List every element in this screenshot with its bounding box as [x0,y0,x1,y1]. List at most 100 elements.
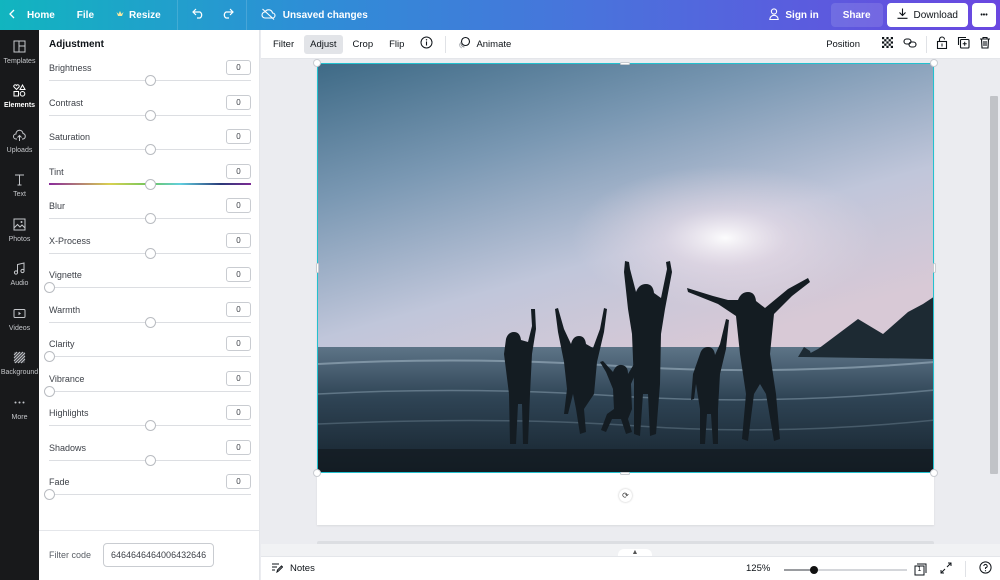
rail-label: Videos [8,324,31,332]
adjustment-slider-track[interactable] [49,356,251,357]
adjustment-slider-thumb[interactable] [144,144,156,155]
adjustment-slider-thumb[interactable] [43,489,55,500]
scrollbar-thumb[interactable] [990,96,998,474]
resize-button[interactable]: Resize [108,0,169,30]
adjustment-saturation: Saturation 0 [49,129,251,167]
adjustment-slider-thumb[interactable] [144,109,156,121]
adjustment-slider-thumb[interactable] [144,420,156,431]
adjustment-slider-thumb[interactable] [144,247,156,259]
trash-icon[interactable] [979,36,991,52]
resize-handle-bottom[interactable] [620,472,630,475]
undo-button[interactable] [184,0,213,30]
rail-item-videos[interactable]: Videos [0,297,39,342]
adjustment-slider-thumb[interactable] [43,385,55,397]
link-icon[interactable] [903,37,917,52]
chevron-left-icon [8,9,16,22]
crop-button[interactable]: Crop [347,35,380,54]
resize-handle-left[interactable] [316,263,319,273]
save-status[interactable]: Unsaved changes [253,0,376,30]
adjustment-value-input[interactable]: 0 [226,163,251,179]
resize-handle-top-left[interactable] [313,59,321,67]
upload-cloud-icon [13,129,26,144]
redo-button[interactable] [213,0,242,30]
download-label: Download [913,9,958,21]
rail-item-templates[interactable]: Templates [0,30,39,75]
divider [245,0,247,30]
adjustment-slider-thumb[interactable] [144,178,156,190]
notes-button[interactable]: Notes [271,562,315,576]
adjustment-value-input[interactable]: 0 [226,198,251,213]
sign-in-button[interactable]: Sign in [761,0,826,30]
rail-item-uploads[interactable]: Uploads [0,119,39,164]
user-icon [769,7,780,23]
adjustment-value-input[interactable]: 0 [226,94,251,110]
position-button[interactable]: Position [820,35,866,54]
adjustment-slider-thumb[interactable] [144,213,156,224]
adjustment-label: Fade [49,477,70,487]
download-button[interactable]: Download [886,3,968,27]
rail-item-more[interactable]: More [0,386,39,431]
share-button[interactable]: Share [830,3,883,27]
rail-item-audio[interactable]: Audio [0,253,39,298]
zoom-slider-thumb[interactable] [809,566,818,574]
rail-item-photos[interactable]: Photos [0,208,39,253]
adjustment-slider-track[interactable] [49,287,251,288]
adjustment-value-input[interactable]: 0 [226,60,251,75]
adjustment-value-input[interactable]: 0 [226,267,251,282]
resize-handle-bottom-right[interactable] [930,469,938,477]
zoom-level[interactable]: 125% [746,563,770,574]
adjustment-value-input[interactable]: 0 [226,232,251,248]
adjustment-slider-thumb[interactable] [144,454,156,466]
adjustment-slider-track[interactable] [49,494,251,495]
more-options-button[interactable]: ••• [972,3,996,27]
divider [445,35,447,53]
zoom-slider[interactable] [784,566,907,574]
footer-bar: Notes 125% 1 [261,556,1000,580]
adjustment-value-input[interactable]: 0 [226,301,251,317]
flip-button[interactable]: Flip [383,35,410,54]
selected-photo[interactable] [317,63,934,473]
resize-handle-top[interactable] [620,62,630,65]
adjustment-value-input[interactable]: 0 [226,336,251,351]
adjustment-value-input[interactable]: 0 [226,129,251,144]
adjustment-value-input[interactable]: 0 [226,370,251,386]
duplicate-icon[interactable] [957,36,970,52]
vertical-scrollbar[interactable] [989,60,1000,544]
file-menu-button[interactable]: File [69,0,102,30]
resize-handle-bottom-left[interactable] [313,469,321,477]
resize-handle-right[interactable] [933,263,936,273]
adjustment-value-input[interactable]: 0 [226,474,251,489]
rail-item-background[interactable]: Background [0,342,39,387]
filter-button[interactable]: Filter [267,35,300,54]
rotate-handle[interactable]: ⟳ [619,489,632,502]
rail-label: Templates [3,57,36,65]
transparency-icon[interactable] [881,36,894,52]
filter-code-input[interactable]: 6464646464006432646 [103,543,214,567]
lock-icon[interactable] [936,36,948,52]
resize-handle-top-right[interactable] [930,59,938,67]
download-icon [897,8,908,22]
animate-button[interactable]: Animate [452,35,517,54]
info-button[interactable] [414,35,439,54]
rail-label: Audio [10,280,29,288]
rail-item-elements[interactable]: Elements [0,75,39,120]
fullscreen-icon[interactable] [940,562,952,577]
adjustment-slider-track[interactable] [49,390,251,392]
animate-icon [458,36,471,52]
help-icon[interactable] [979,561,992,577]
adjustment-slider-thumb[interactable] [43,351,55,362]
adjustment-value-input[interactable]: 0 [226,405,251,420]
rail-item-text[interactable]: Text [0,164,39,209]
adjustment-value-input[interactable]: 0 [226,439,251,455]
adjust-button[interactable]: Adjust [304,34,343,54]
adjustment-slider-thumb[interactable] [43,282,55,293]
home-button[interactable]: Home [0,0,63,30]
file-label: File [76,9,95,21]
adjustment-contrast: Contrast 0 [49,94,251,133]
page-count-button[interactable]: 1 [914,563,927,576]
adjustment-shadows: Shadows 0 [49,439,251,478]
adjustment-slider-thumb[interactable] [144,75,156,86]
adjustment-label: X-Process [49,235,91,246]
elements-icon [13,84,26,99]
adjustment-slider-thumb[interactable] [144,316,156,328]
